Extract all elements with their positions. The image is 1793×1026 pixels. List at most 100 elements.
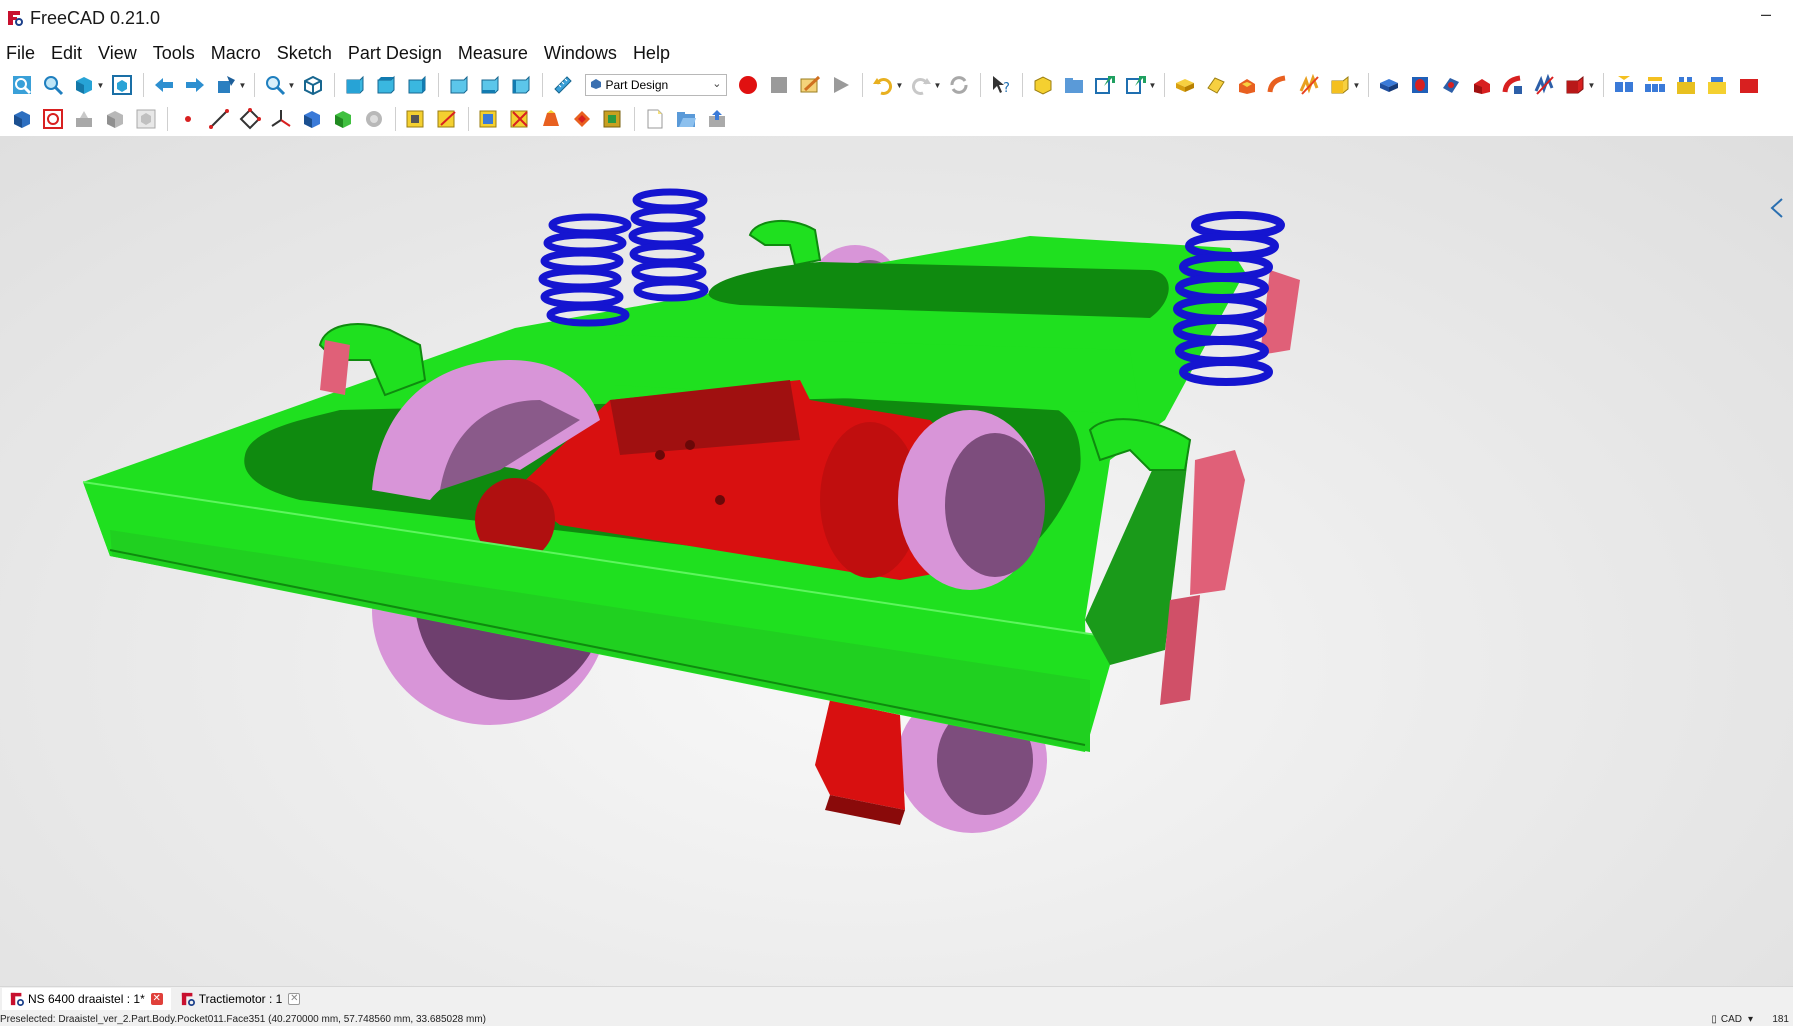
- shape-binder-icon[interactable]: [101, 105, 129, 133]
- boolean-icon[interactable]: [599, 105, 627, 133]
- menu-part-design[interactable]: Part Design: [340, 38, 450, 68]
- create-part-icon[interactable]: [1029, 71, 1057, 99]
- subtractive-pipe-icon[interactable]: [1499, 71, 1527, 99]
- sync-view-dropdown-icon[interactable]: ▼: [239, 81, 247, 90]
- undo-dropdown-icon[interactable]: ▼: [896, 81, 904, 90]
- status-message: Preselected: Draaistel_ver_2.Part.Body.P…: [0, 1014, 487, 1025]
- draw-style-icon[interactable]: [70, 71, 98, 99]
- navigation-style-selector[interactable]: ▯ CAD ▾: [1711, 1014, 1753, 1025]
- pad-icon[interactable]: [1171, 71, 1199, 99]
- pocket-icon[interactable]: [1375, 71, 1403, 99]
- fit-selection-icon[interactable]: [39, 71, 67, 99]
- menu-file[interactable]: File: [0, 38, 43, 68]
- menu-windows[interactable]: Windows: [536, 38, 625, 68]
- chevron-down-icon: ⌄: [712, 78, 722, 90]
- redo-icon[interactable]: [907, 71, 935, 99]
- workbench-selector[interactable]: Part Design ⌄: [584, 74, 727, 96]
- zoom-dropdown-icon[interactable]: ▼: [288, 81, 296, 90]
- fit-all-icon[interactable]: [8, 71, 36, 99]
- menu-sketch[interactable]: Sketch: [269, 38, 340, 68]
- isometric-view-icon[interactable]: [299, 71, 327, 99]
- macro-execute-icon[interactable]: [827, 71, 855, 99]
- macro-edit-icon[interactable]: [796, 71, 824, 99]
- document-tab[interactable]: NS 6400 draaistel : 1* ✕: [2, 988, 171, 1010]
- create-group-icon[interactable]: [1060, 71, 1088, 99]
- polar-pattern-icon[interactable]: [1672, 71, 1700, 99]
- whats-this-icon[interactable]: ?: [987, 71, 1015, 99]
- subtractive-primitive-icon[interactable]: [1561, 71, 1589, 99]
- toolbar-separator: [333, 73, 335, 97]
- minimize-button[interactable]: –: [1761, 4, 1771, 25]
- collapse-panel-arrow-icon[interactable]: [1769, 196, 1785, 220]
- redo-dropdown-icon[interactable]: ▼: [934, 81, 942, 90]
- top-view-icon[interactable]: [372, 71, 400, 99]
- datum-point-icon[interactable]: [174, 105, 202, 133]
- menu-macro[interactable]: Macro: [203, 38, 269, 68]
- fillet-icon[interactable]: [1734, 71, 1762, 99]
- fillet-op-icon[interactable]: [475, 105, 503, 133]
- refresh-icon[interactable]: [945, 71, 973, 99]
- bottom-view-icon[interactable]: [476, 71, 504, 99]
- clone-icon[interactable]: [132, 105, 160, 133]
- helix-icon[interactable]: [1295, 71, 1323, 99]
- validate-sketch-icon[interactable]: [70, 105, 98, 133]
- measure-distance-icon[interactable]: [549, 71, 577, 99]
- create-sketch-icon[interactable]: [39, 105, 67, 133]
- view-zoom-icon[interactable]: [261, 71, 289, 99]
- undo-icon[interactable]: [869, 71, 897, 99]
- view-section-icon[interactable]: [402, 105, 430, 133]
- local-cs-icon[interactable]: [267, 105, 295, 133]
- menu-measure[interactable]: Measure: [450, 38, 536, 68]
- rear-view-icon[interactable]: [445, 71, 473, 99]
- bogie-3d-model[interactable]: [0, 136, 1793, 986]
- subtractive-loft-icon[interactable]: [1468, 71, 1496, 99]
- 3d-viewport[interactable]: [0, 136, 1793, 986]
- linear-pattern-icon[interactable]: [1641, 71, 1669, 99]
- draw-style-dropdown-icon[interactable]: ▼: [97, 81, 105, 90]
- forward-icon[interactable]: [181, 71, 209, 99]
- subtractive-dropdown-icon[interactable]: ▼: [1588, 81, 1596, 90]
- back-icon[interactable]: [150, 71, 178, 99]
- datum-line-icon[interactable]: [205, 105, 233, 133]
- additive-dropdown-icon[interactable]: ▼: [1353, 81, 1361, 90]
- document-tab[interactable]: Tractiemotor : 1 ✕: [173, 988, 309, 1010]
- subtractive-helix-icon[interactable]: [1530, 71, 1558, 99]
- datum-plane-icon[interactable]: [236, 105, 264, 133]
- mirrored-icon[interactable]: [1610, 71, 1638, 99]
- link-actions-icon[interactable]: [1122, 71, 1150, 99]
- hole-icon[interactable]: [1406, 71, 1434, 99]
- menu-tools[interactable]: Tools: [145, 38, 203, 68]
- macro-record-icon[interactable]: [734, 71, 762, 99]
- close-icon[interactable]: ✕: [288, 993, 301, 1005]
- menu-edit[interactable]: Edit: [43, 38, 90, 68]
- front-view-icon[interactable]: [341, 71, 369, 99]
- chamfer-icon[interactable]: [506, 105, 534, 133]
- link-dropdown-icon[interactable]: ▼: [1149, 81, 1157, 90]
- close-icon[interactable]: ✕: [150, 993, 163, 1005]
- new-document-icon[interactable]: [641, 105, 669, 133]
- save-document-icon[interactable]: [703, 105, 731, 133]
- sync-view-icon[interactable]: [212, 71, 240, 99]
- macro-stop-icon[interactable]: [765, 71, 793, 99]
- clone-gray-icon[interactable]: [360, 105, 388, 133]
- make-link-icon[interactable]: [1091, 71, 1119, 99]
- draft-icon[interactable]: [537, 105, 565, 133]
- bounding-box-icon[interactable]: [108, 71, 136, 99]
- create-body-icon[interactable]: [8, 105, 36, 133]
- revolution-icon[interactable]: [1202, 71, 1230, 99]
- right-view-icon[interactable]: [403, 71, 431, 99]
- additive-primitive-icon[interactable]: [1326, 71, 1354, 99]
- coil-spring: [1173, 211, 1285, 386]
- groove-icon[interactable]: [1437, 71, 1465, 99]
- multi-transform-icon[interactable]: [1703, 71, 1731, 99]
- thickness-icon[interactable]: [568, 105, 596, 133]
- attach-sketch-icon[interactable]: [433, 105, 461, 133]
- menu-help[interactable]: Help: [625, 38, 678, 68]
- menu-view[interactable]: View: [90, 38, 145, 68]
- open-document-icon[interactable]: [672, 105, 700, 133]
- sub-shape-binder-icon[interactable]: [298, 105, 326, 133]
- pipe-icon[interactable]: [1264, 71, 1292, 99]
- loft-icon[interactable]: [1233, 71, 1261, 99]
- left-view-icon[interactable]: [507, 71, 535, 99]
- shape-binder-green-icon[interactable]: [329, 105, 357, 133]
